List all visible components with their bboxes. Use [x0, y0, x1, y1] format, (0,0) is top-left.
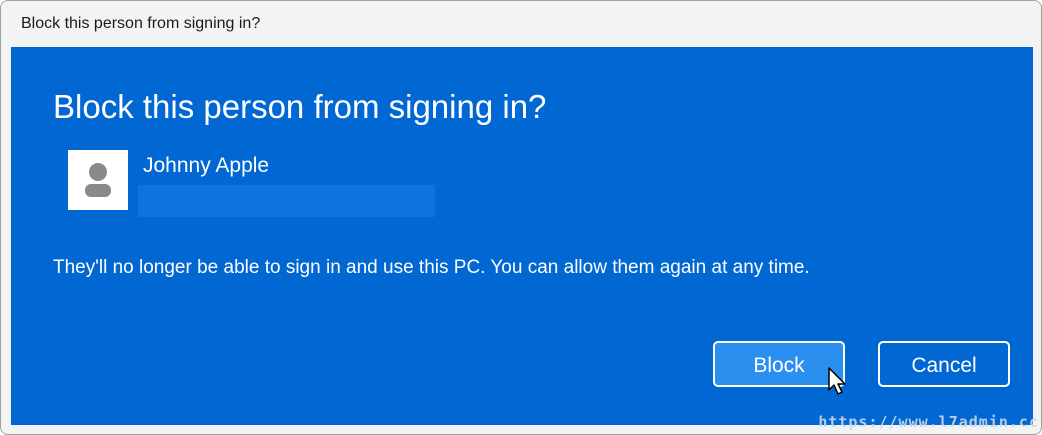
user-email-redacted: [138, 185, 435, 217]
user-card: Johnny Apple: [68, 150, 448, 217]
block-button-label: Block: [753, 354, 805, 377]
mouse-pointer-icon: [828, 367, 846, 395]
window-title: Block this person from signing in?: [21, 15, 261, 32]
title-bar[interactable]: Block this person from signing in?: [1, 1, 1041, 47]
dialog-window: Block this person from signing in? Block…: [0, 0, 1042, 435]
person-icon: [85, 163, 111, 197]
dialog-heading: Block this person from signing in?: [53, 88, 547, 125]
watermark-text: https://www.l7admin.cc: [818, 413, 1039, 431]
block-button[interactable]: Block: [713, 341, 845, 387]
user-name: Johnny Apple: [143, 154, 270, 177]
dialog-message: They'll no longer be able to sign in and…: [53, 257, 810, 278]
cancel-button-label: Cancel: [911, 354, 977, 377]
cancel-button[interactable]: Cancel: [878, 341, 1010, 387]
avatar: [68, 150, 128, 210]
block-user-dialog: Block this person from signing in? Johnn…: [11, 47, 1033, 425]
